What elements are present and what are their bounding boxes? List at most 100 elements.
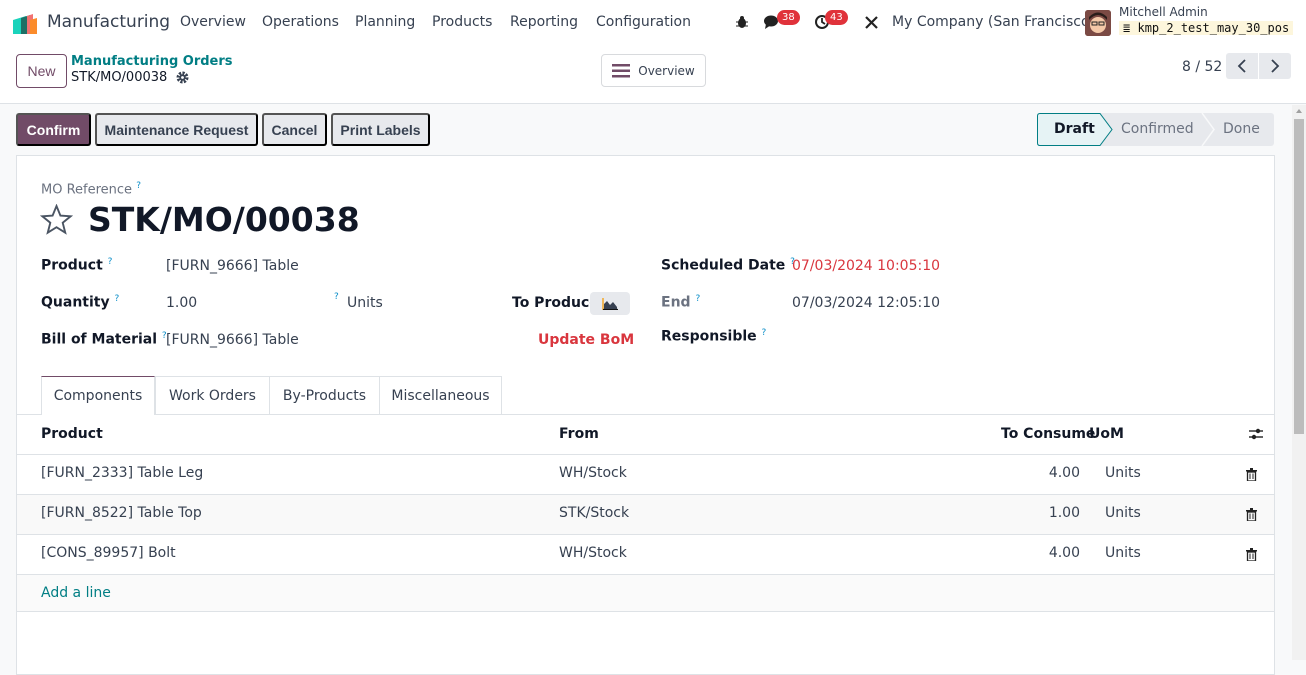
row-product[interactable]: [FURN_2333] Table Leg — [41, 465, 203, 481]
cancel-button[interactable]: Cancel — [262, 113, 327, 146]
tab-miscellaneous[interactable]: Miscellaneous — [379, 376, 502, 414]
menu-reporting[interactable]: Reporting — [510, 14, 578, 30]
column-header-to-consume[interactable]: To Consume — [1001, 426, 1095, 442]
table-row[interactable]: [FURN_2333] Table Leg WH/Stock 4.00 Unit… — [17, 454, 1274, 494]
scrollbar-thumb[interactable] — [1294, 119, 1304, 434]
quantity-label-text: Quantity — [41, 294, 110, 311]
to-produce-label: To Produce — [512, 295, 599, 311]
hamburger-menu-icon — [612, 63, 631, 77]
chevron-right-icon — [1271, 59, 1280, 73]
responsible-label-text: Responsible — [661, 328, 757, 345]
print-labels-button[interactable]: Print Labels — [331, 113, 430, 146]
company-switcher[interactable]: My Company (San Francisco) — [892, 14, 1095, 30]
end-label: End ? — [661, 294, 700, 311]
row-from[interactable]: STK/Stock — [559, 505, 629, 521]
tab-by-products[interactable]: By-Products — [269, 376, 380, 414]
help-tooltip-icon[interactable]: ? — [334, 292, 339, 302]
gear-icon[interactable] — [176, 71, 189, 84]
column-header-from[interactable]: From — [559, 426, 599, 442]
overview-label: Overview — [638, 63, 695, 78]
breadcrumb-manufacturing-orders[interactable]: Manufacturing Orders — [71, 54, 233, 69]
help-tooltip-icon[interactable]: ? — [136, 181, 141, 191]
overview-button[interactable]: Overview — [601, 54, 706, 87]
column-header-uom[interactable]: UoM — [1089, 426, 1124, 442]
product-label: Product ? — [41, 257, 112, 274]
end-label-text: End — [661, 294, 691, 311]
row-to-consume[interactable]: 4.00 — [1049, 465, 1080, 481]
chevron-left-icon — [1237, 59, 1246, 73]
row-from[interactable]: WH/Stock — [559, 545, 627, 561]
row-uom: Units — [1105, 545, 1141, 561]
trash-icon[interactable] — [1246, 508, 1257, 521]
row-product[interactable]: [FURN_8522] Table Top — [41, 505, 202, 521]
help-tooltip-icon[interactable]: ? — [695, 294, 700, 304]
menu-overview[interactable]: Overview — [180, 14, 246, 30]
manufacturing-app-logo-icon[interactable] — [12, 12, 38, 34]
table-row[interactable]: [CONS_89957] Bolt WH/Stock 4.00 Units — [17, 534, 1274, 574]
help-tooltip-icon[interactable]: ? — [114, 294, 119, 304]
add-line-row: Add a line — [17, 574, 1274, 612]
scroll-up-arrow-icon[interactable] — [1295, 108, 1303, 114]
responsible-field[interactable] — [792, 326, 1242, 348]
help-tooltip-icon[interactable]: ? — [108, 257, 113, 267]
help-tooltip-icon[interactable]: ? — [762, 328, 767, 338]
pager-next-button[interactable] — [1259, 53, 1291, 79]
favorite-star-icon[interactable] — [40, 204, 73, 235]
quantity-label: Quantity ? — [41, 294, 119, 311]
database-name: ≣ kmp_2_test_may_30_pos — [1119, 21, 1294, 35]
area-chart-icon — [602, 297, 618, 310]
pager-value[interactable]: 8 / 52 — [1182, 59, 1222, 75]
row-product[interactable]: [CONS_89957] Bolt — [41, 545, 176, 561]
mo-reference-label-text: MO Reference — [41, 182, 133, 198]
activities-count-badge: 43 — [825, 10, 848, 25]
menu-operations[interactable]: Operations — [262, 14, 339, 30]
tab-work-orders[interactable]: Work Orders — [155, 376, 270, 414]
tabs-divider — [17, 414, 1274, 415]
scheduled-date-field[interactable]: 07/03/2024 10:05:10 — [792, 258, 940, 274]
row-to-consume[interactable]: 4.00 — [1049, 545, 1080, 561]
responsible-label: Responsible ? — [661, 328, 766, 345]
maintenance-request-button[interactable]: Maintenance Request — [95, 113, 258, 146]
menu-configuration[interactable]: Configuration — [596, 14, 691, 30]
status-bar: Draft Confirmed Done — [1037, 113, 1274, 146]
column-header-product[interactable]: Product — [41, 426, 103, 442]
table-row[interactable]: [FURN_8522] Table Top STK/Stock 1.00 Uni… — [17, 494, 1274, 534]
row-to-consume[interactable]: 1.00 — [1049, 505, 1080, 521]
trash-icon[interactable] — [1246, 468, 1257, 481]
status-done[interactable]: Done — [1223, 121, 1260, 137]
tools-settings-icon[interactable] — [864, 15, 879, 30]
pager-previous-button[interactable] — [1226, 53, 1258, 79]
mo-reference-title[interactable]: STK/MO/00038 — [88, 200, 360, 239]
product-field[interactable]: [FURN_9666] Table — [166, 258, 299, 274]
new-button[interactable]: New — [16, 54, 67, 88]
user-avatar[interactable] — [1085, 10, 1111, 36]
status-draft[interactable]: Draft — [1054, 121, 1095, 137]
optional-columns-toggle-icon[interactable] — [1249, 427, 1263, 441]
menu-products[interactable]: Products — [432, 14, 492, 30]
end-date-field[interactable]: 07/03/2024 12:05:10 — [792, 295, 940, 311]
forecast-graph-button[interactable] — [590, 292, 630, 315]
debug-bug-icon[interactable] — [735, 15, 749, 29]
trash-icon[interactable] — [1246, 548, 1257, 561]
scheduled-date-label: Scheduled Date ? — [661, 257, 795, 274]
database-name-text: kmp_2_test_may_30_pos — [1137, 21, 1290, 35]
scheduled-date-label-text: Scheduled Date — [661, 257, 786, 274]
add-a-line-link[interactable]: Add a line — [41, 585, 111, 601]
status-confirmed[interactable]: Confirmed — [1121, 121, 1194, 137]
quantity-field[interactable]: 1.00 — [166, 295, 197, 311]
update-bom-button[interactable]: Update BoM — [538, 332, 634, 348]
user-name[interactable]: Mitchell Admin — [1119, 5, 1208, 19]
row-from[interactable]: WH/Stock — [559, 465, 627, 481]
page-scrollbar[interactable] — [1292, 105, 1306, 660]
uom-field[interactable]: Units — [347, 295, 383, 311]
database-icon: ≣ — [1123, 21, 1131, 35]
product-label-text: Product — [41, 257, 103, 274]
breadcrumb-current: STK/MO/00038 — [71, 70, 168, 85]
app-name[interactable]: Manufacturing — [47, 12, 170, 32]
bom-field[interactable]: [FURN_9666] Table — [166, 332, 299, 348]
tab-components[interactable]: Components — [41, 376, 155, 415]
user-avatar-face-icon — [1085, 10, 1111, 36]
confirm-button[interactable]: Confirm — [16, 113, 91, 146]
menu-planning[interactable]: Planning — [355, 14, 415, 30]
top-navbar: Manufacturing Overview Operations Planni… — [0, 0, 1306, 46]
